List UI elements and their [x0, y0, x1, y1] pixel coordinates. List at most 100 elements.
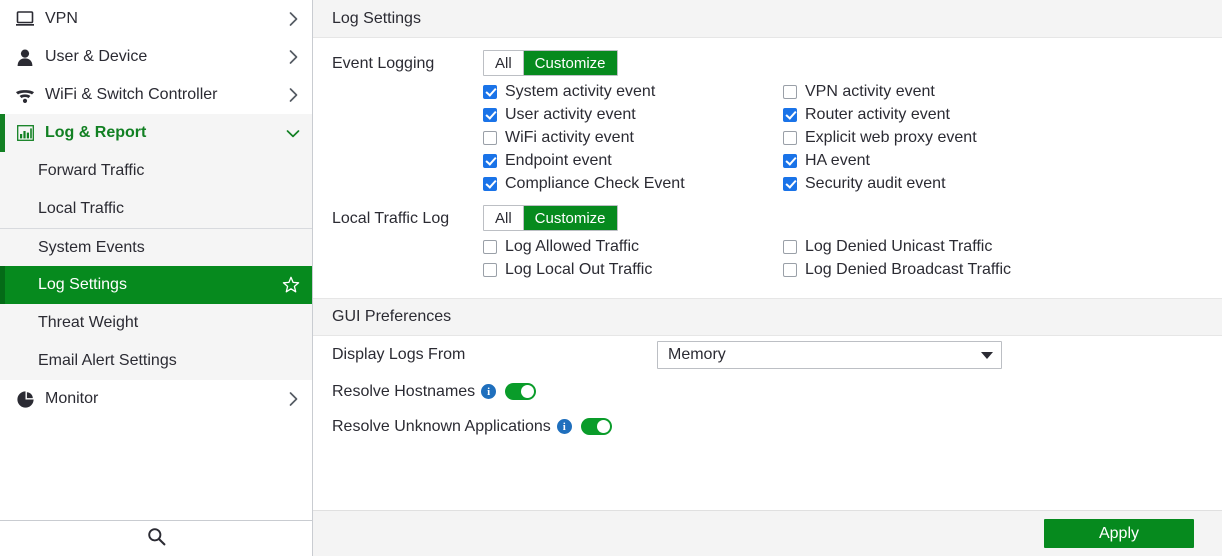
- search-icon: [147, 527, 166, 551]
- checkbox-row[interactable]: Router activity event: [783, 103, 1083, 126]
- local-traffic-log-label: Local Traffic Log: [332, 210, 450, 227]
- sidebar-item-wifi-and-switch-controller[interactable]: WiFi & Switch Controller: [0, 76, 312, 114]
- checkbox-row[interactable]: Compliance Check Event: [483, 172, 783, 195]
- resolve-hostnames-toggle[interactable]: [505, 383, 537, 400]
- checkbox-log-denied-broadcast-traffic[interactable]: [783, 262, 797, 277]
- sidebar-empty-space: [0, 418, 312, 518]
- checkbox-security-audit-event[interactable]: [783, 176, 797, 191]
- toggle-knob: [521, 385, 535, 398]
- checkbox-router-activity-event[interactable]: [783, 107, 797, 122]
- sidebar-subitem-log-settings[interactable]: Log Settings: [0, 266, 312, 304]
- local-traffic-log-right-column: Log Denied Unicast Traffic Log Denied Br…: [783, 235, 1083, 281]
- display-logs-from-select[interactable]: Memory: [657, 341, 1002, 369]
- checkbox-row[interactable]: Log Denied Broadcast Traffic: [783, 258, 1083, 281]
- sidebar-subitem-email-alert-settings[interactable]: Email Alert Settings: [0, 342, 312, 380]
- resolve-hostnames-row: Resolve Hostnames i: [313, 374, 1222, 409]
- sidebar: VPN User & Device WiFi & Switch Controll…: [0, 0, 313, 556]
- checkbox-label: Router activity event: [805, 105, 950, 123]
- sidebar-item-user-and-device[interactable]: User & Device: [0, 38, 312, 76]
- resolve-unknown-applications-row: Resolve Unknown Applications i: [313, 409, 1222, 444]
- sidebar-subitem-label: Email Alert Settings: [38, 352, 177, 369]
- checkbox-label: Security audit event: [805, 174, 946, 192]
- sidebar-subitem-local-traffic[interactable]: Local Traffic: [0, 190, 312, 228]
- section-title: GUI Preferences: [332, 308, 452, 325]
- checkbox-explicit-web-proxy-event[interactable]: [783, 130, 797, 145]
- chevron-right-icon: [286, 88, 300, 102]
- checkbox-row[interactable]: Log Allowed Traffic: [483, 235, 783, 258]
- apply-button[interactable]: Apply: [1044, 519, 1194, 548]
- checkbox-vpn-activity-event[interactable]: [783, 84, 797, 99]
- checkbox-row[interactable]: Endpoint event: [483, 149, 783, 172]
- sidebar-item-label: Monitor: [45, 390, 99, 407]
- resolve-unknown-applications-label: Resolve Unknown Applications: [332, 417, 551, 435]
- resolve-unknown-applications-label-wrap: Resolve Unknown Applications i: [332, 418, 572, 436]
- checkbox-label: Compliance Check Event: [505, 174, 685, 192]
- resolve-unknown-applications-toggle[interactable]: [580, 418, 612, 435]
- star-icon[interactable]: [282, 276, 300, 294]
- event-logging-right-column: VPN activity event Router activity event…: [783, 80, 1083, 195]
- checkbox-row[interactable]: WiFi activity event: [483, 126, 783, 149]
- sidebar-subitem-system-events[interactable]: System Events: [0, 228, 312, 266]
- checkbox-log-allowed-traffic[interactable]: [483, 239, 497, 254]
- local-traffic-log-segment-all[interactable]: All: [484, 206, 524, 230]
- log-settings-section-header: Log Settings: [313, 0, 1222, 38]
- sidebar-subitem-forward-traffic[interactable]: Forward Traffic: [0, 152, 312, 190]
- checkbox-label: WiFi activity event: [505, 128, 634, 146]
- checkbox-user-activity-event[interactable]: [483, 107, 497, 122]
- sidebar-nav-list: VPN User & Device WiFi & Switch Controll…: [0, 0, 312, 520]
- event-logging-segment-all[interactable]: All: [484, 51, 524, 75]
- resolve-hostnames-label: Resolve Hostnames: [332, 382, 476, 400]
- main-footer-bar: Apply: [313, 510, 1222, 556]
- local-traffic-log-control: All Customize Log Allowed Traffic Log Lo…: [483, 199, 1222, 281]
- toggle-knob: [596, 420, 610, 433]
- checkbox-system-activity-event[interactable]: [483, 84, 497, 99]
- sidebar-subitem-threat-weight[interactable]: Threat Weight: [0, 304, 312, 342]
- section-title: Log Settings: [332, 9, 421, 27]
- checkbox-compliance-check-event[interactable]: [483, 176, 497, 191]
- gui-preferences-section-header: GUI Preferences: [313, 298, 1222, 336]
- checkbox-label: User activity event: [505, 105, 636, 123]
- event-logging-segment-customize[interactable]: Customize: [523, 51, 617, 75]
- checkbox-log-local-out-traffic[interactable]: [483, 262, 497, 277]
- checkbox-row[interactable]: User activity event: [483, 103, 783, 126]
- checkbox-row[interactable]: Log Local Out Traffic: [483, 258, 783, 281]
- info-icon[interactable]: i: [556, 419, 572, 434]
- local-traffic-log-segment-customize[interactable]: Customize: [523, 206, 617, 230]
- checkbox-row[interactable]: Explicit web proxy event: [783, 126, 1083, 149]
- event-logging-label: Event Logging: [332, 55, 435, 72]
- main-spacer: [313, 444, 1222, 510]
- checkbox-label: System activity event: [505, 82, 656, 100]
- event-logging-control: All Customize System activity event User…: [483, 44, 1222, 195]
- sidebar-item-monitor[interactable]: Monitor: [0, 380, 312, 418]
- local-traffic-log-segmented-control[interactable]: All Customize: [483, 205, 618, 231]
- monitor-icon: [14, 9, 36, 29]
- wifi-icon: [14, 85, 36, 105]
- checkbox-row[interactable]: Security audit event: [783, 172, 1083, 195]
- display-logs-from-label: Display Logs From: [332, 346, 466, 363]
- sidebar-search-button[interactable]: [0, 520, 312, 556]
- checkbox-label: Log Local Out Traffic: [505, 260, 653, 278]
- sidebar-item-label: VPN: [45, 10, 78, 27]
- checkbox-ha-event[interactable]: [783, 153, 797, 168]
- checkbox-log-denied-unicast-traffic[interactable]: [783, 239, 797, 254]
- chevron-down-icon: [981, 351, 993, 359]
- checkbox-endpoint-event[interactable]: [483, 153, 497, 168]
- sidebar-item-label: WiFi & Switch Controller: [45, 86, 218, 103]
- checkbox-row[interactable]: HA event: [783, 149, 1083, 172]
- sidebar-item-log-and-report[interactable]: Log & Report: [0, 114, 312, 152]
- sidebar-item-label: User & Device: [45, 48, 148, 65]
- checkbox-row[interactable]: Log Denied Unicast Traffic: [783, 235, 1083, 258]
- pie-chart-icon: [14, 389, 36, 409]
- sidebar-item-label: Log & Report: [45, 124, 147, 141]
- checkbox-row[interactable]: VPN activity event: [783, 80, 1083, 103]
- sidebar-item-vpn[interactable]: VPN: [0, 0, 312, 38]
- checkbox-row[interactable]: System activity event: [483, 80, 783, 103]
- checkbox-label: VPN activity event: [805, 82, 935, 100]
- event-logging-left-column: System activity event User activity even…: [483, 80, 783, 195]
- local-traffic-log-checkbox-grid: Log Allowed Traffic Log Local Out Traffi…: [483, 235, 1222, 281]
- local-traffic-log-left-column: Log Allowed Traffic Log Local Out Traffi…: [483, 235, 783, 281]
- checkbox-wifi-activity-event[interactable]: [483, 130, 497, 145]
- checkbox-label: Endpoint event: [505, 151, 612, 169]
- info-icon[interactable]: i: [481, 384, 497, 399]
- event-logging-segmented-control[interactable]: All Customize: [483, 50, 618, 76]
